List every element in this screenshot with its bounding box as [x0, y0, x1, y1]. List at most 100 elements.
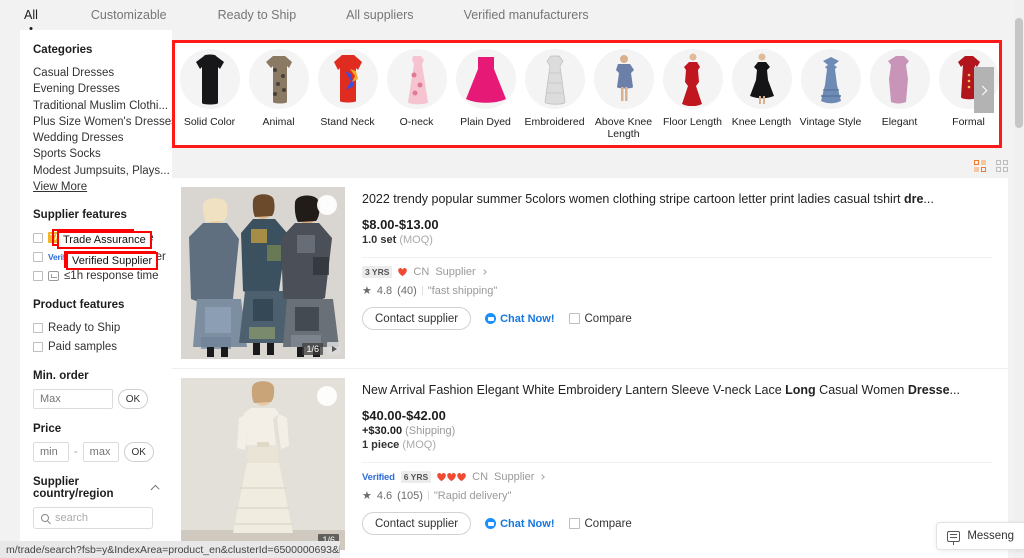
ready-to-ship-label: Ready to Ship	[48, 322, 120, 334]
compare-label: Compare	[585, 313, 632, 325]
tab-all-suppliers[interactable]: All suppliers	[342, 8, 417, 22]
carousel-item-elegant[interactable]: Elegant	[865, 49, 934, 128]
contact-supplier-button[interactable]: Contact supplier	[362, 307, 471, 330]
price-ok-button[interactable]: OK	[124, 442, 154, 462]
supplier-info-row[interactable]: 3 YRS CN Supplier	[362, 266, 994, 278]
filter-paid-samples[interactable]: Paid samples	[33, 337, 172, 356]
trade-assurance-checkbox[interactable]	[33, 233, 43, 243]
paid-samples-label: Paid samples	[48, 341, 117, 353]
solid-color-thumb	[180, 49, 240, 109]
product-features-heading: Product features	[33, 299, 172, 311]
vintage-style-thumb	[801, 49, 861, 109]
product-actions: Contact supplier Chat Now! Compare	[362, 307, 994, 330]
compare-label: Compare	[585, 518, 632, 530]
rating-value: 4.8	[377, 285, 392, 297]
supplier-country-section-header[interactable]: Supplier country/region	[33, 476, 158, 500]
carousel-item-floor-length[interactable]: Floor Length	[658, 49, 727, 128]
gallery-view-icon[interactable]	[974, 160, 986, 172]
wishlist-button[interactable]	[317, 195, 337, 215]
wishlist-button[interactable]	[317, 386, 337, 406]
tab-verified-manufacturers-label: Verified manufacturers	[464, 8, 589, 22]
category-carousel-track: Solid Color Animal Stand Neck O-neck	[175, 43, 999, 145]
floor-length-thumb	[663, 49, 723, 109]
page-scrollbar-thumb[interactable]	[1015, 18, 1023, 128]
category-item[interactable]: Traditional Muslim Clothi...	[33, 98, 172, 114]
chat-now-button[interactable]: Chat Now!	[485, 518, 554, 530]
category-item[interactable]: Evening Dresses	[33, 81, 172, 97]
price-min-input[interactable]	[33, 442, 69, 462]
chat-now-button[interactable]: Chat Now!	[485, 313, 554, 325]
tab-customizable[interactable]: Customizable	[87, 8, 171, 22]
contact-supplier-button[interactable]: Contact supplier	[362, 512, 471, 535]
carousel-item-knee-length[interactable]: Knee Length	[727, 49, 796, 128]
carousel-label: Plain Dyed	[451, 116, 520, 128]
image-next-button[interactable]	[327, 342, 341, 355]
carousel-item-solid-color[interactable]: Solid Color	[175, 49, 244, 128]
filter-ready-to-ship[interactable]: Ready to Ship	[33, 318, 172, 337]
country-search-box[interactable]: search	[33, 507, 153, 529]
supplier-years-badge: 6 YRS	[401, 471, 431, 483]
product-title-mid: Casual Women	[816, 383, 908, 397]
price-max-input[interactable]	[83, 442, 119, 462]
tab-ready-to-ship[interactable]: Ready to Ship	[214, 8, 301, 22]
trade-assurance-annotation-label: Trade Assurance	[57, 231, 152, 249]
carousel-item-animal[interactable]: Animal	[244, 49, 313, 128]
compare-checkbox[interactable]	[569, 313, 580, 324]
carousel-item-above-knee-length[interactable]: Above Knee Length	[589, 49, 658, 140]
page-root: All Customizable Ready to Ship All suppl…	[0, 0, 1024, 558]
above-knee-length-thumb	[594, 49, 654, 109]
product-price: $8.00-$13.00	[362, 217, 994, 232]
product-shipping: +$30.00 (Shipping)	[362, 425, 994, 437]
carousel-label: Elegant	[865, 116, 934, 128]
category-item[interactable]: Plus Size Women's Dresses	[33, 114, 172, 130]
supplier-country: CN	[413, 266, 429, 278]
carousel-item-o-neck[interactable]: O-neck	[382, 49, 451, 128]
product-rating-row: ★ 4.8 (40) "fast shipping"	[362, 284, 994, 297]
o-neck-thumb	[387, 49, 447, 109]
compare-toggle[interactable]: Compare	[569, 313, 632, 325]
moq-value: 1.0 set	[362, 234, 396, 246]
paid-samples-checkbox[interactable]	[33, 342, 43, 352]
min-order-ok-button[interactable]: OK	[118, 389, 148, 409]
embroidered-thumb	[525, 49, 585, 109]
carousel-item-vintage-style[interactable]: Vintage Style	[796, 49, 865, 128]
product-title-highlight: Long	[785, 383, 816, 397]
carousel-label: Floor Length	[658, 116, 727, 128]
category-carousel: Solid Color Animal Stand Neck O-neck	[172, 40, 1002, 148]
compare-toggle[interactable]: Compare	[569, 518, 632, 530]
tab-all[interactable]: All	[20, 8, 42, 22]
min-order-input[interactable]	[33, 389, 113, 409]
supplier-info-row[interactable]: Verified 6 YRS CN Supplier	[362, 471, 994, 483]
carousel-label: Stand Neck	[313, 116, 382, 128]
product-title[interactable]: New Arrival Fashion Elegant White Embroi…	[362, 382, 992, 398]
product-details: 2022 trendy popular summer 5colors women…	[345, 187, 994, 359]
category-item[interactable]: Casual Dresses	[33, 65, 172, 81]
product-title[interactable]: 2022 trendy popular summer 5colors women…	[362, 191, 992, 207]
product-image[interactable]: 1/6	[181, 378, 345, 550]
carousel-item-embroidered[interactable]: Embroidered	[520, 49, 589, 128]
response-time-checkbox[interactable]	[33, 271, 43, 281]
tab-verified-manufacturers[interactable]: Verified manufacturers	[460, 8, 593, 22]
category-item[interactable]: Modest Jumpsuits, Plays...	[33, 163, 172, 179]
category-item[interactable]: Sports Socks	[33, 146, 172, 162]
image-index-badge: 1/6	[302, 343, 323, 355]
verified-supplier-checkbox[interactable]	[33, 252, 43, 262]
category-item[interactable]: Wedding Dresses	[33, 130, 172, 146]
animal-thumb	[249, 49, 309, 109]
moq-value: 1 piece	[362, 439, 399, 451]
chevron-right-icon	[540, 474, 546, 480]
product-image[interactable]: 1/6	[181, 187, 345, 359]
messenger-widget[interactable]: Messeng	[936, 522, 1024, 550]
supplier-years-badge: 3 YRS	[362, 266, 392, 278]
carousel-item-stand-neck[interactable]: Stand Neck	[313, 49, 382, 128]
review-count: (40)	[397, 285, 417, 297]
view-more-link[interactable]: View More	[33, 179, 87, 195]
list-view-icon[interactable]	[996, 160, 1008, 172]
ready-to-ship-checkbox[interactable]	[33, 323, 43, 333]
carousel-item-plain-dyed[interactable]: Plain Dyed	[451, 49, 520, 128]
carousel-next-button[interactable]	[974, 67, 994, 113]
compare-checkbox[interactable]	[569, 518, 580, 529]
play-triangle-icon	[332, 346, 337, 352]
supplier-country-heading: Supplier country/region	[33, 476, 152, 500]
divider	[362, 257, 992, 258]
